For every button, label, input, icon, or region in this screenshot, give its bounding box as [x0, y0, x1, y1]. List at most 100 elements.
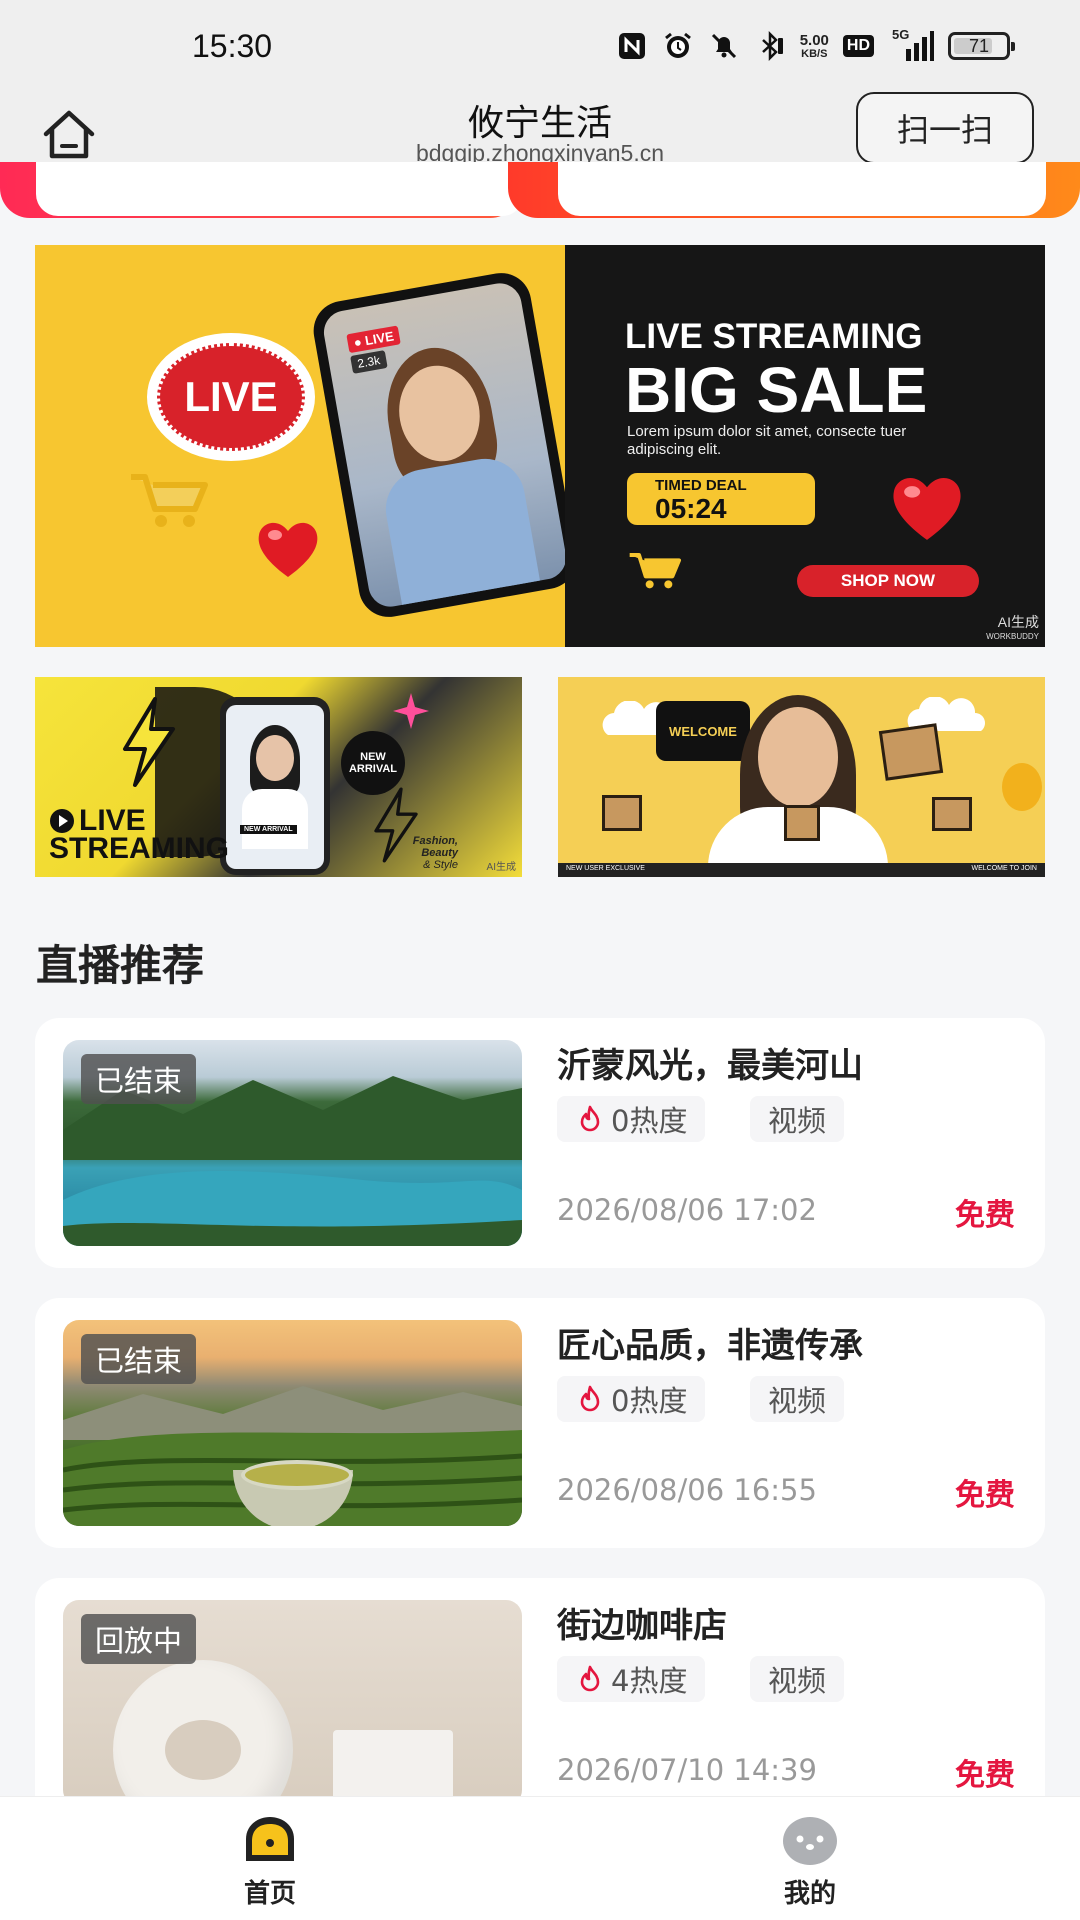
nav-home-label: 首页 [243, 1879, 296, 1909]
main-banner[interactable]: LIVE ● LIVE 2.3k LIVE STREAMING BIG SALE… [35, 245, 1045, 647]
welcome-banner[interactable]: WELCOME NEW USER EXCLUSIVE WELCOME TO JO… [558, 677, 1045, 877]
status-time: 15:30 [192, 28, 273, 64]
card-title: 街边咖啡店 [557, 1606, 727, 1646]
sparkle-icon [393, 693, 429, 729]
timed-deal: TIMED DEAL 05:24 [627, 473, 815, 525]
card-thumbnail[interactable]: 已结束 [63, 1040, 522, 1246]
alarm-icon [664, 32, 691, 58]
type-chip: 视频 [750, 1376, 845, 1422]
person-face [758, 707, 838, 807]
vase-shape [113, 1660, 293, 1806]
live-badge: LIVE [147, 333, 315, 461]
nav-home[interactable]: 首页 [200, 1813, 340, 1913]
speed-unit: KB/S [801, 47, 828, 60]
live-card[interactable]: 已结束 匠心品质，非遗传承 0热度 视频 2026/08/06 16:55 免费 [35, 1298, 1045, 1548]
heat-text: 4热度 [611, 1664, 688, 1698]
phone-new-arrival-tag: NEW ARRIVAL [240, 825, 297, 834]
card-date: 2026/08/06 16:55 [557, 1473, 817, 1507]
category-card-right[interactable] [558, 162, 1046, 216]
ai-watermark: AI生成 WORKBUDDY [986, 614, 1039, 643]
banner-headline-2: BIG SALE [625, 354, 928, 426]
network-type: 5G [892, 27, 910, 42]
hd-badge: HD [842, 35, 874, 57]
card-date: 2026/07/10 14:39 [557, 1753, 817, 1787]
heat-text: 0热度 [611, 1384, 688, 1418]
play-icon [50, 809, 74, 833]
card-title: 沂蒙风光，最美河山 [557, 1046, 863, 1086]
balloon-icon [1002, 763, 1042, 811]
banner-headline-1: LIVE STREAMING [625, 317, 923, 356]
mute-bell-icon [711, 33, 736, 59]
status-badge: 已结束 [81, 1054, 197, 1104]
card-date: 2026/08/06 17:02 [557, 1193, 817, 1227]
gift-icon [602, 795, 642, 831]
type-chip: 视频 [750, 1656, 845, 1702]
status-bar: 15:30 5.00 KB/S HD 5G 71 [0, 0, 1080, 90]
battery-icon: 71 [948, 32, 1015, 60]
price-label: 免费 [955, 1758, 1015, 1793]
heat-text: 0热度 [611, 1104, 688, 1138]
card-thumbnail[interactable]: 回放中 [63, 1600, 522, 1806]
block-shape [333, 1730, 453, 1806]
speed-value: 5.00 [799, 31, 829, 49]
flame-icon [580, 1385, 600, 1412]
tagline-beauty: Beauty [421, 847, 458, 859]
deal-label: TIMED DEAL [655, 477, 747, 494]
lightning-icon [123, 697, 175, 787]
nav-mine[interactable]: 我的 [740, 1813, 880, 1913]
live-card[interactable]: 已结束 沂蒙风光，最美河山 0热度 视频 2026/08/06 17:02 免费 [35, 1018, 1045, 1268]
phone-mockup-small: NEW ARRIVAL [220, 697, 330, 875]
welcome-badge: WELCOME [656, 701, 750, 761]
tagline-style: & Style [423, 859, 458, 871]
cart-icon [131, 474, 208, 527]
heart-icon [893, 478, 961, 540]
status-icons: 5.00 KB/S HD 5G 71 [616, 26, 1015, 66]
bottom-nav: 首页 我的 [0, 1796, 1080, 1920]
price-label: 免费 [955, 1198, 1015, 1233]
cart-icon [629, 553, 681, 589]
live-streaming-banner[interactable]: NEW ARRIVAL NEW ARRIVAL LIVE STREAMING F… [35, 677, 522, 877]
presenter-shirt [379, 452, 542, 611]
gift-icon [784, 805, 820, 841]
scrolled-category-cards [0, 162, 1080, 218]
card-thumbnail[interactable]: 已结束 [63, 1320, 522, 1526]
home-tab-icon [246, 1817, 294, 1861]
new-arrival-badge: NEW ARRIVAL [341, 731, 405, 795]
tagline-fashion: Fashion, [412, 835, 458, 847]
phone-views: 2.3k [350, 350, 388, 374]
live-row: LIVE [49, 804, 229, 837]
ai-watermark: AI生成 [486, 862, 516, 873]
phone-screen: ● LIVE 2.3k [320, 279, 570, 611]
battery-level: 71 [968, 35, 990, 56]
flame-icon [580, 1105, 600, 1132]
live-streaming-text: LIVE STREAMING [49, 804, 229, 865]
footer-right-text: WELCOME TO JOIN [971, 865, 1037, 872]
type-chip: 视频 [750, 1096, 845, 1142]
category-card-left[interactable] [36, 162, 524, 216]
banner-yellow-panel: LIVE ● LIVE 2.3k [35, 245, 582, 647]
profile-tab-icon [783, 1817, 837, 1865]
shop-now-button[interactable]: SHOP NOW [797, 565, 979, 597]
deal-time: 05:24 [655, 493, 727, 524]
streaming-text: STREAMING [49, 832, 229, 865]
live-card[interactable]: 回放中 街边咖啡店 4热度 视频 2026/07/10 14:39 免费 [35, 1578, 1045, 1828]
live-badge-text: LIVE [157, 343, 305, 451]
live-text: LIVE [79, 804, 146, 837]
nfc-icon [618, 33, 645, 59]
ai-watermark-text: AI生成 [997, 614, 1039, 630]
network-speed: 5.00 KB/S [799, 31, 829, 60]
phone-mockup: ● LIVE 2.3k [308, 268, 582, 622]
status-badge: 已结束 [81, 1334, 197, 1384]
presenter-face [256, 735, 294, 781]
flame-icon [580, 1665, 600, 1692]
nav-mine-label: 我的 [783, 1879, 836, 1909]
welcome-footer: NEW USER EXCLUSIVE WELCOME TO JOIN [558, 863, 1045, 877]
heat-chip: 0热度 [557, 1376, 706, 1422]
heart-icon [258, 522, 318, 577]
banner-body: Lorem ipsum dolor sit amet, consecte tue… [627, 423, 907, 458]
heat-chip: 0热度 [557, 1096, 706, 1142]
footer-left-text: NEW USER EXCLUSIVE [566, 865, 645, 872]
lake-shape [63, 1171, 522, 1246]
price-label: 免费 [955, 1478, 1015, 1513]
scan-button[interactable]: 扫一扫 [856, 92, 1034, 164]
